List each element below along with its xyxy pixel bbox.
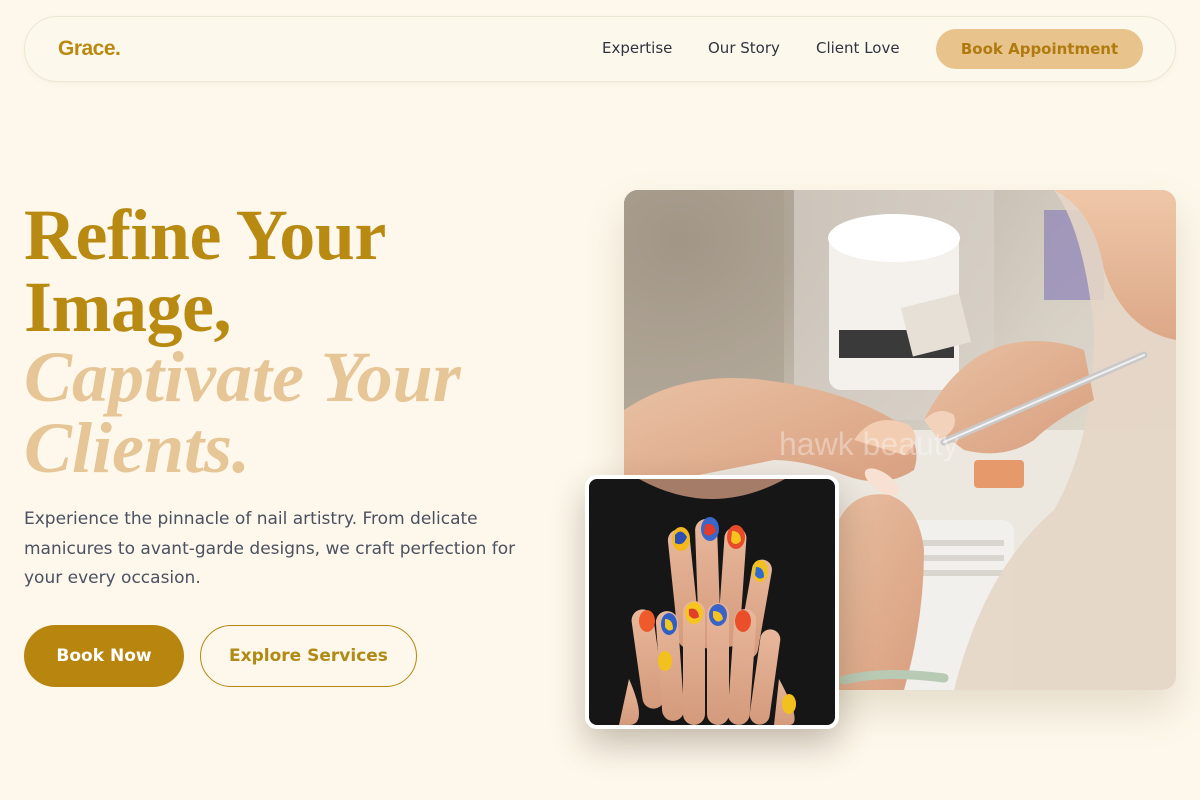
nail-art-photo — [585, 475, 839, 729]
explore-services-button[interactable]: Explore Services — [200, 625, 417, 687]
hero-headline-line-1: Refine Your — [24, 195, 386, 275]
book-appointment-button[interactable]: Book Appointment — [936, 29, 1143, 69]
nav-link-expertise[interactable]: Expertise — [602, 39, 672, 57]
nail-art-photo-illustration — [589, 479, 835, 725]
hero-description: Experience the pinnacle of nail artistry… — [24, 509, 516, 588]
hero-headline-line-3: Captivate Your — [24, 337, 461, 417]
navbar: Grace. Expertise Our Story Client Love B… — [24, 16, 1176, 82]
hero-headline-line-2: Image, — [24, 267, 231, 347]
nav-link-our-story[interactable]: Our Story — [708, 39, 780, 57]
book-now-button[interactable]: Book Now — [24, 625, 184, 687]
hero-headline-line-4: Clients. — [24, 408, 251, 488]
logo[interactable]: Grace. — [58, 37, 121, 61]
watermark-text: hawk beauty — [779, 426, 959, 462]
nav-link-client-love[interactable]: Client Love — [816, 39, 900, 57]
